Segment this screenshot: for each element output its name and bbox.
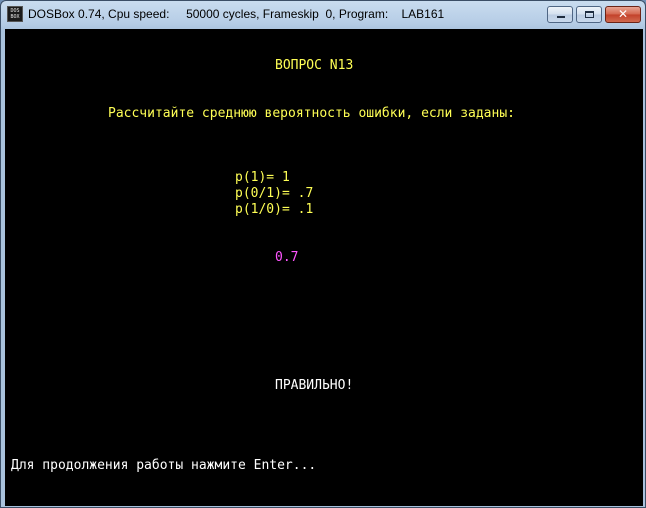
- maximize-icon: [585, 11, 594, 18]
- result-message: ПРАВИЛЬНО!: [275, 378, 354, 393]
- dosbox-app-icon[interactable]: DOS BOX: [7, 6, 23, 22]
- param-line: p(1)= 1: [235, 170, 290, 185]
- question-title: ВОПРОС N13: [275, 58, 354, 73]
- close-icon: ✕: [617, 7, 629, 21]
- param-line: p(1/0)= .1: [235, 202, 314, 217]
- title-bar[interactable]: DOS BOX DOSBox 0.74, Cpu speed: 50000 cy…: [1, 1, 645, 29]
- minimize-icon: [557, 16, 565, 18]
- param-line: p(0/1)= .7: [235, 186, 314, 201]
- window-title: DOSBox 0.74, Cpu speed: 50000 cycles, Fr…: [28, 7, 445, 21]
- icon-text-bottom: BOX: [10, 14, 20, 20]
- dos-screen[interactable]: ВОПРОС N13 Рассчитайте среднюю вероятнос…: [5, 29, 643, 506]
- dosbox-window: DOS BOX DOSBox 0.74, Cpu speed: 50000 cy…: [0, 0, 646, 508]
- user-answer: 0.7: [275, 250, 299, 265]
- continue-prompt: Для продолжения работы нажмите Enter...: [11, 458, 317, 473]
- close-button[interactable]: ✕: [605, 6, 641, 23]
- maximize-button[interactable]: [576, 6, 602, 23]
- question-text: Рассчитайте среднюю вероятность ошибки, …: [108, 106, 515, 121]
- minimize-button[interactable]: [547, 6, 573, 23]
